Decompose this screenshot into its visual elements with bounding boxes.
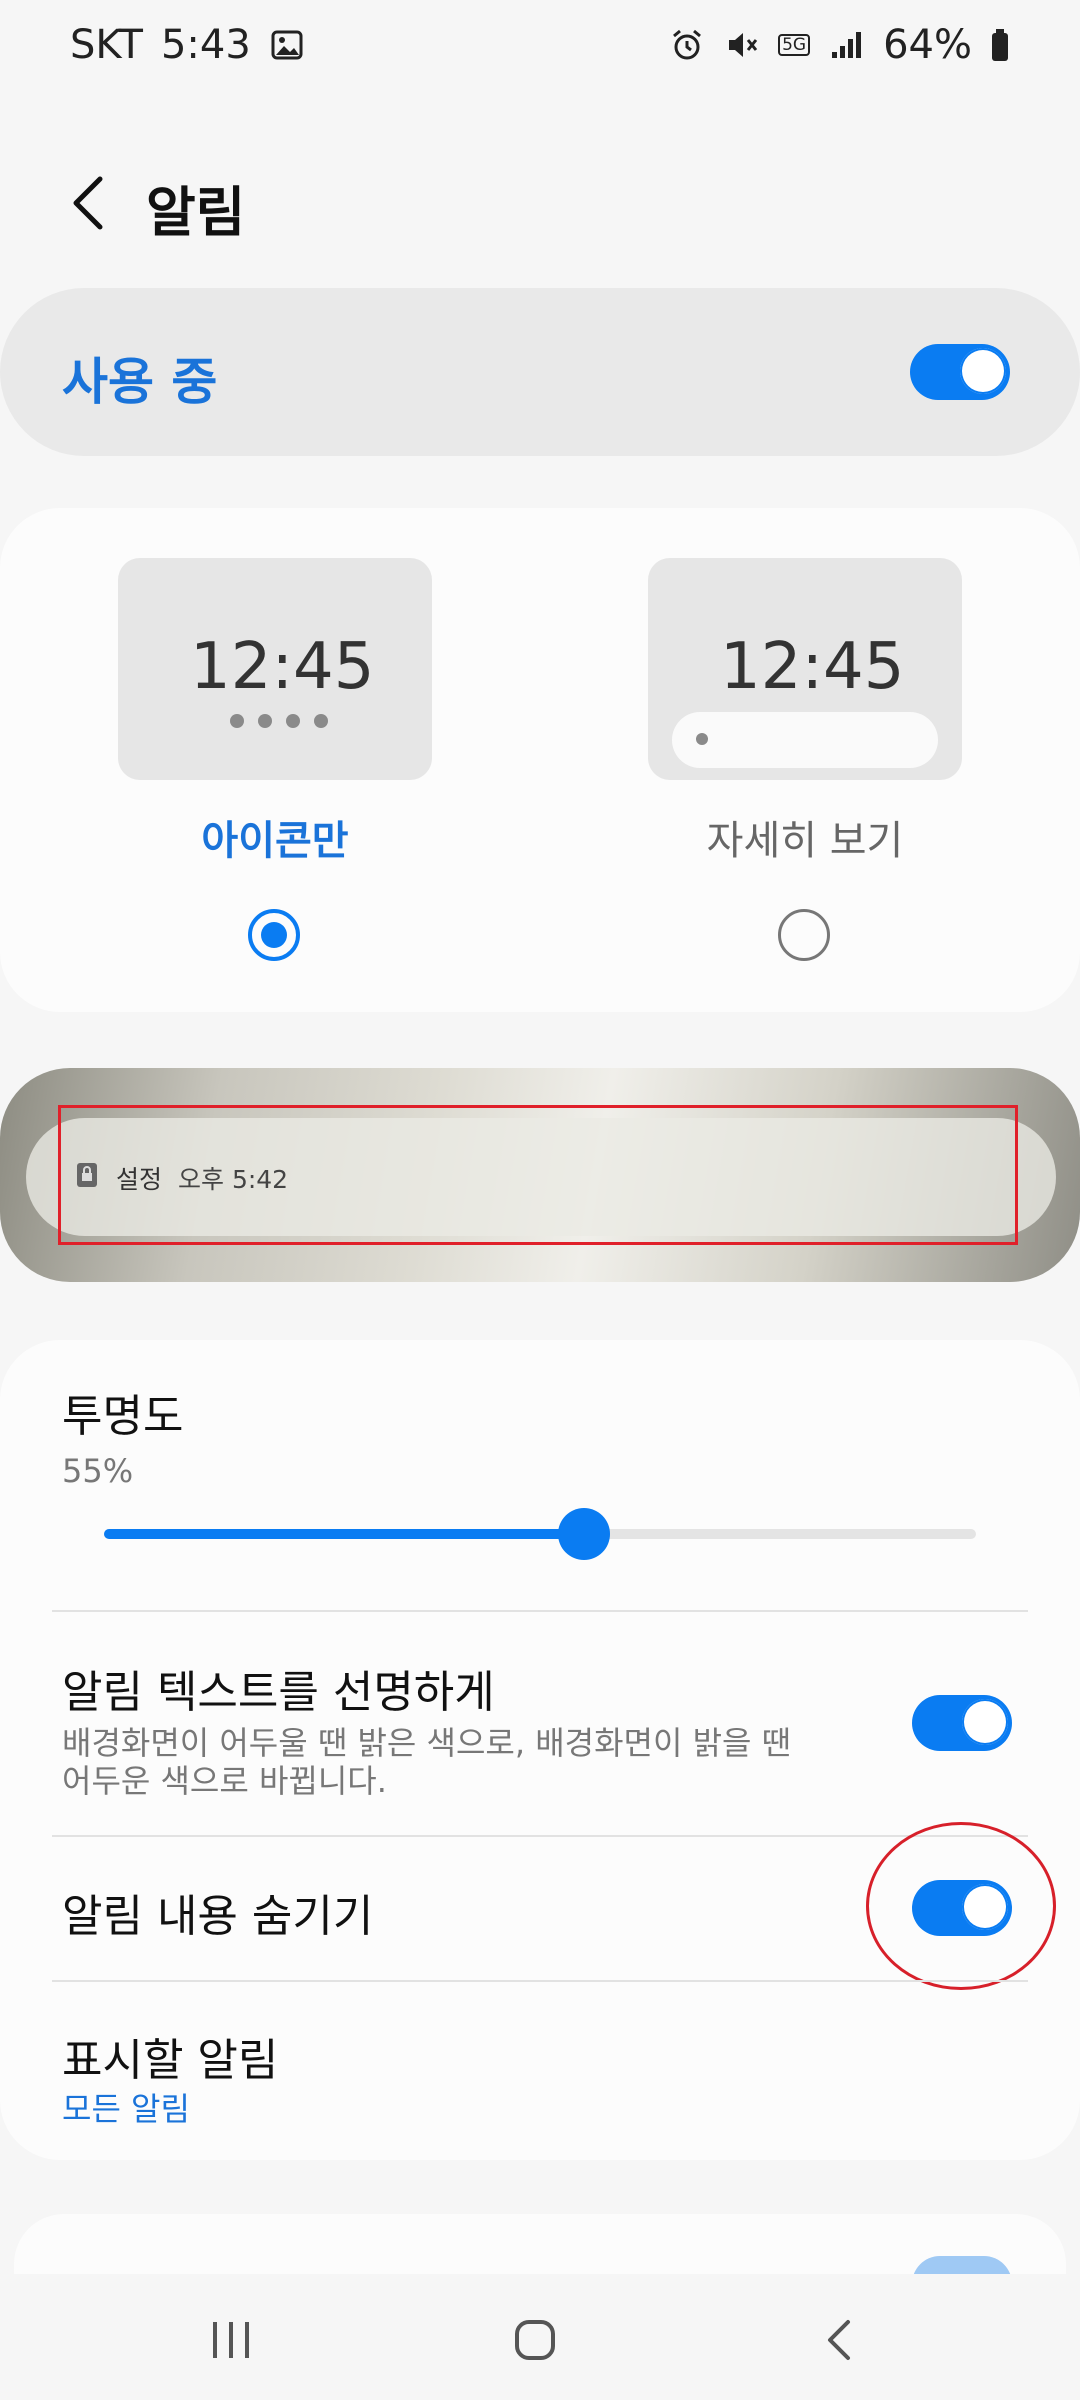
recents-icon bbox=[213, 2322, 249, 2358]
preview-time: 12:45 bbox=[720, 630, 905, 704]
transparency-title: 투명도 bbox=[62, 1391, 184, 1442]
preview-time: 12:45 bbox=[190, 630, 375, 704]
divider bbox=[52, 1980, 1028, 1982]
recent-apps-button[interactable] bbox=[176, 2300, 286, 2380]
clock: 5:43 bbox=[160, 22, 251, 68]
show-notifications-value: 모든 알림 bbox=[62, 2090, 190, 2128]
page-title: 알림 bbox=[146, 181, 246, 244]
toggle-knob bbox=[962, 1699, 1008, 1745]
style-option-icons-only-label[interactable]: 아이콘만 bbox=[118, 808, 432, 866]
battery-percent: 64% bbox=[883, 22, 972, 68]
chevron-left-icon bbox=[828, 2320, 850, 2360]
divider bbox=[52, 1835, 1028, 1837]
notification-dots bbox=[230, 714, 328, 728]
bright-text-toggle[interactable] bbox=[912, 1695, 1012, 1751]
chevron-left-icon bbox=[73, 176, 103, 230]
radio-detailed[interactable] bbox=[778, 909, 830, 961]
back-button[interactable] bbox=[58, 168, 118, 238]
transparency-slider-thumb[interactable] bbox=[557, 1508, 610, 1560]
carrier-label: SKT bbox=[70, 22, 143, 68]
transparency-value: 55% bbox=[62, 1452, 134, 1490]
bright-text-title: 알림 텍스트를 선명하게 bbox=[62, 1667, 495, 1718]
master-toggle-switch[interactable] bbox=[910, 344, 1010, 400]
signal-icon bbox=[829, 27, 865, 63]
image-icon bbox=[269, 27, 305, 63]
style-option-detailed-label[interactable]: 자세히 보기 bbox=[648, 808, 962, 866]
status-bar-left: SKT 5:43 bbox=[70, 22, 305, 68]
show-notifications-title[interactable]: 표시할 알림 bbox=[62, 2024, 278, 2088]
bright-text-description-line2: 어두운 색으로 바뀝니다. bbox=[62, 1762, 387, 1800]
master-toggle-label: 사용 중 bbox=[62, 353, 218, 411]
home-button[interactable] bbox=[480, 2300, 590, 2380]
transparency-slider-fill bbox=[104, 1529, 584, 1539]
annotation-rectangle bbox=[58, 1105, 1018, 1245]
detailed-preview[interactable]: 12:45 bbox=[648, 558, 962, 780]
alarm-icon bbox=[669, 27, 705, 63]
annotation-circle bbox=[866, 1822, 1056, 1990]
mute-icon bbox=[723, 27, 759, 63]
detail-notification-pill bbox=[672, 712, 938, 768]
icons-only-preview[interactable]: 12:45 bbox=[118, 558, 432, 780]
nav-back-button[interactable] bbox=[784, 2300, 894, 2380]
status-bar-right: 5G 64% bbox=[669, 22, 1010, 68]
home-icon bbox=[515, 2320, 555, 2360]
battery-icon bbox=[990, 27, 1010, 63]
next-settings-card bbox=[14, 2214, 1066, 2274]
network-label: 5G bbox=[778, 34, 811, 56]
hide-content-title: 알림 내용 숨기기 bbox=[62, 1891, 374, 1942]
bright-text-description-line1: 배경화면이 어두울 땐 밝은 색으로, 배경화면이 밝을 땐 bbox=[62, 1724, 792, 1762]
radio-icons-only[interactable] bbox=[248, 909, 300, 961]
network-5g-icon: 5G bbox=[777, 27, 811, 63]
toggle-knob bbox=[960, 348, 1006, 394]
divider bbox=[52, 1610, 1028, 1612]
